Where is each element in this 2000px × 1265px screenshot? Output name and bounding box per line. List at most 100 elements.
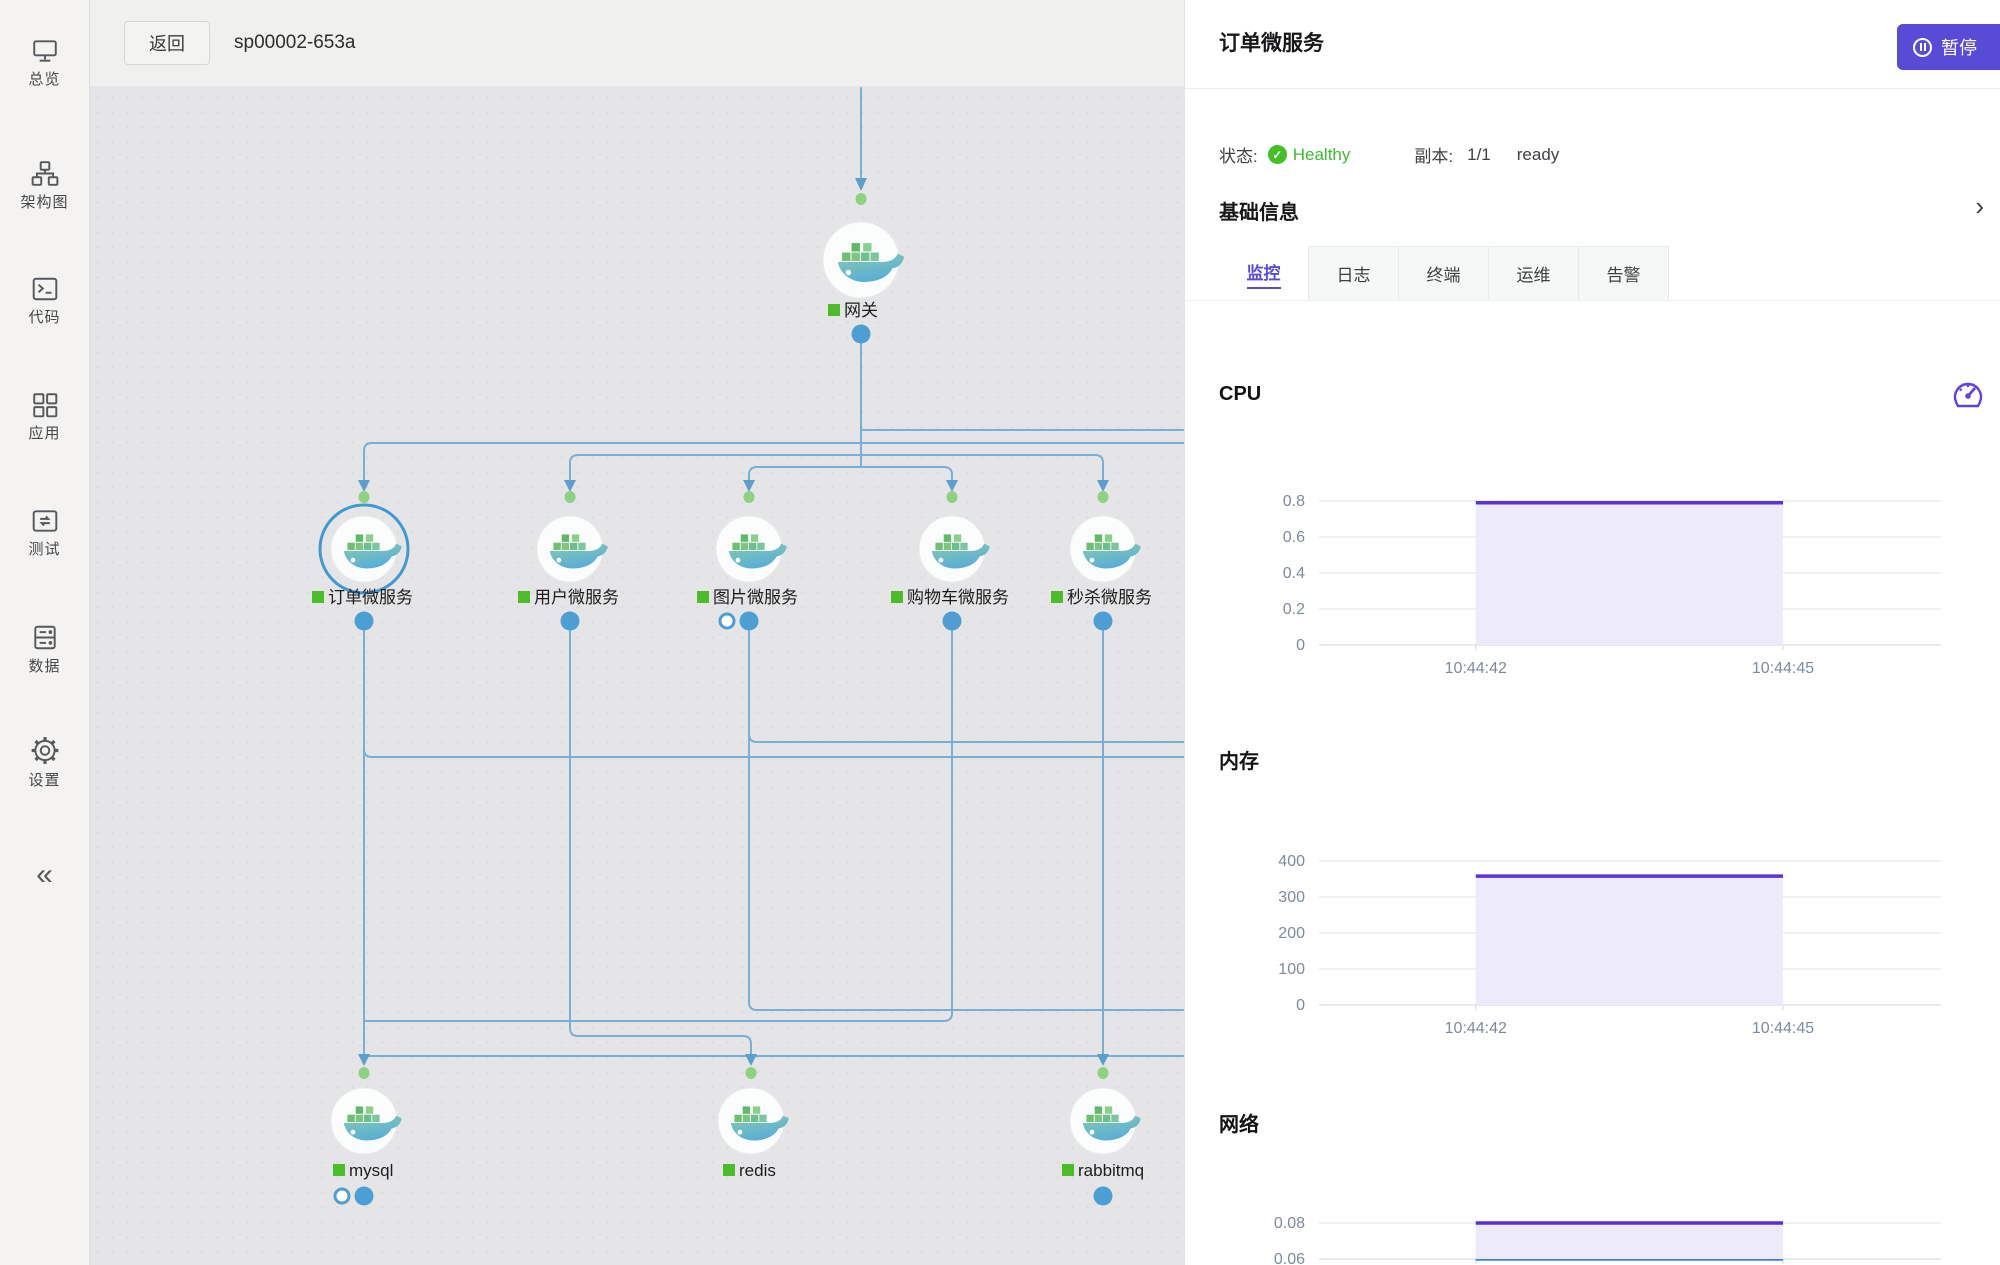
cpu-chart-title: CPU xyxy=(1219,383,1261,406)
svg-text:10:44:42: 10:44:42 xyxy=(1445,1020,1507,1037)
input-port xyxy=(359,491,370,503)
output-port[interactable] xyxy=(561,612,580,631)
output-port[interactable] xyxy=(355,1187,374,1206)
sidebar-item-label: 总览 xyxy=(0,68,89,89)
svg-text:0.08: 0.08 xyxy=(1274,1215,1305,1232)
status-square xyxy=(312,591,324,603)
database-icon xyxy=(31,624,59,651)
test-icon xyxy=(31,508,59,534)
input-port xyxy=(744,491,755,503)
tab-bar: 监控 日志 终端 运维 告警 xyxy=(1219,246,1669,301)
input-port xyxy=(359,1067,370,1079)
settings-icon xyxy=(30,736,60,765)
topology-graph: 网关 订单微服务 用户微服务 xyxy=(90,0,1184,1265)
output-port[interactable] xyxy=(1094,1187,1113,1206)
node-seckill-service[interactable]: 秒杀微服务 xyxy=(1051,491,1152,631)
topology-edges xyxy=(364,88,1184,1056)
tab-monitoring[interactable]: 监控 xyxy=(1218,246,1309,301)
app-root: 总览 架构图 代码 应用 测试 数据 设置 « xyxy=(0,0,2000,1265)
sidebar-item-label: 设置 xyxy=(0,769,89,790)
sitemap-icon xyxy=(31,160,59,187)
output-port[interactable] xyxy=(355,612,374,631)
svg-text:0.06: 0.06 xyxy=(1274,1251,1305,1265)
node-label: 订单微服务 xyxy=(328,588,413,607)
status-square xyxy=(333,1164,345,1176)
sidebar-item-code[interactable]: 代码 xyxy=(0,276,89,327)
node-label: 秒杀微服务 xyxy=(1067,588,1152,607)
node-order-service[interactable]: 订单微服务 xyxy=(312,491,413,631)
node-image-service[interactable]: 图片微服务 xyxy=(697,491,798,631)
tab-operations[interactable]: 运维 xyxy=(1488,246,1579,301)
node-circle xyxy=(331,516,397,582)
sidebar-item-label: 测试 xyxy=(0,538,89,559)
panel-title: 订单微服务 xyxy=(1219,27,1324,57)
input-port xyxy=(947,491,958,503)
memory-chart: 400300200100010:44:4210:44:45 xyxy=(1219,815,1975,1058)
cpu-chart: 0.80.60.40.2010:44:4210:44:45 xyxy=(1219,455,1975,698)
sidebar-item-architecture[interactable]: 架构图 xyxy=(0,160,89,212)
node-gateway[interactable]: 网关 xyxy=(823,193,904,344)
detail-panel: 订单微服务 暂停 状态: ✓ Healthy 副本: 1/1 ready 基础信… xyxy=(1184,0,2000,1265)
input-port xyxy=(1098,491,1109,503)
output-port[interactable] xyxy=(852,325,871,344)
svg-text:10:44:45: 10:44:45 xyxy=(1752,660,1814,677)
status-square xyxy=(1051,591,1063,603)
basic-info-heading: 基础信息 xyxy=(1219,196,1299,225)
sidebar-item-test[interactable]: 测试 xyxy=(0,508,89,559)
sidebar-item-label: 代码 xyxy=(0,306,89,327)
svg-text:0.4: 0.4 xyxy=(1283,565,1305,582)
secondary-port[interactable] xyxy=(335,1189,349,1203)
sidebar-item-settings[interactable]: 设置 xyxy=(0,736,89,790)
status-square xyxy=(1062,1164,1074,1176)
status-square xyxy=(891,591,903,603)
output-port[interactable] xyxy=(943,612,962,631)
svg-text:10:44:45: 10:44:45 xyxy=(1752,1020,1814,1037)
svg-text:100: 100 xyxy=(1278,961,1305,978)
node-user-service[interactable]: 用户微服务 xyxy=(518,491,619,631)
status-value: Healthy xyxy=(1293,145,1351,165)
status-square xyxy=(697,591,709,603)
status-square xyxy=(518,591,530,603)
sidebar-item-overview[interactable]: 总览 xyxy=(0,38,89,89)
node-redis[interactable]: redis xyxy=(718,1067,789,1180)
svg-text:0: 0 xyxy=(1296,997,1305,1014)
tab-terminal[interactable]: 终端 xyxy=(1398,246,1489,301)
output-port[interactable] xyxy=(1094,612,1113,631)
node-circle xyxy=(331,1088,397,1154)
topology-canvas[interactable]: 网关 订单微服务 用户微服务 xyxy=(90,0,1184,1265)
back-button[interactable]: 返回 xyxy=(124,21,210,65)
chevron-right-icon[interactable]: › xyxy=(1975,193,1984,219)
sidebar-item-data[interactable]: 数据 xyxy=(0,624,89,676)
node-cart-service[interactable]: 购物车微服务 xyxy=(891,491,1009,631)
svg-text:10:44:42: 10:44:42 xyxy=(1445,660,1507,677)
pause-icon xyxy=(1913,38,1932,57)
tab-alerts[interactable]: 告警 xyxy=(1578,246,1669,301)
output-port[interactable] xyxy=(740,612,759,631)
node-label: redis xyxy=(739,1161,776,1180)
sidebar-item-label: 数据 xyxy=(0,655,89,676)
healthy-check-icon: ✓ xyxy=(1268,145,1287,164)
node-rabbitmq[interactable]: rabbitmq xyxy=(1062,1067,1144,1206)
network-chart-title: 网络 xyxy=(1219,1108,1259,1137)
monitor-icon xyxy=(31,38,59,64)
secondary-port[interactable] xyxy=(720,614,734,628)
header-divider xyxy=(1185,88,2000,89)
collapse-sidebar-button[interactable]: « xyxy=(0,858,89,892)
svg-text:0.2: 0.2 xyxy=(1283,601,1305,618)
sidebar: 总览 架构图 代码 应用 测试 数据 设置 « xyxy=(0,0,90,1265)
node-mysql[interactable]: mysql xyxy=(331,1067,402,1206)
replicas-count: 1/1 xyxy=(1467,145,1491,165)
svg-text:0.8: 0.8 xyxy=(1283,493,1305,510)
tab-logs[interactable]: 日志 xyxy=(1308,246,1399,301)
input-port xyxy=(1098,1067,1109,1079)
pause-button[interactable]: 暂停 xyxy=(1897,24,2000,70)
node-label: rabbitmq xyxy=(1078,1161,1144,1180)
input-port xyxy=(746,1067,757,1079)
sidebar-item-apps[interactable]: 应用 xyxy=(0,392,89,443)
input-port xyxy=(565,491,576,503)
svg-text:0.6: 0.6 xyxy=(1283,529,1305,546)
status-square xyxy=(828,304,840,316)
node-label: 用户微服务 xyxy=(534,588,619,607)
gauge-icon[interactable] xyxy=(1950,376,1986,412)
terminal-icon xyxy=(31,276,59,302)
